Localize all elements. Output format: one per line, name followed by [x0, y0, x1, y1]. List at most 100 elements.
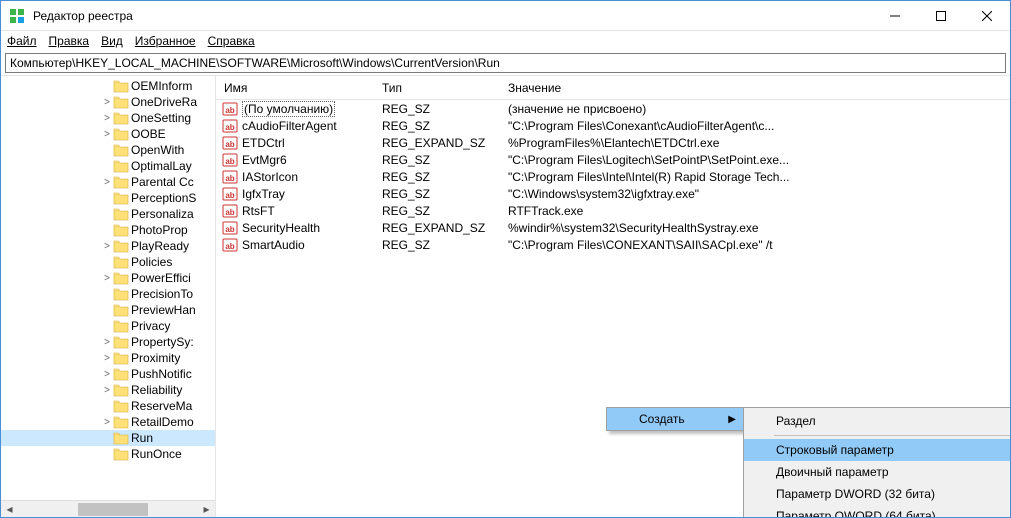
tree-item[interactable]: Personaliza — [1, 206, 215, 222]
folder-icon — [113, 79, 129, 93]
expander-icon[interactable]: ˃ — [101, 337, 113, 348]
list-row[interactable]: (По умолчанию)REG_SZ(значение не присвое… — [216, 100, 1010, 117]
tree-item-label: PowerEffici — [131, 271, 191, 285]
tree-item[interactable]: OptimalLay — [1, 158, 215, 174]
tree-item[interactable]: RunOnce — [1, 446, 215, 462]
list-row[interactable]: SecurityHealthREG_EXPAND_SZ%windir%\syst… — [216, 219, 1010, 236]
value-name: ETDCtrl — [242, 136, 285, 150]
ctx-create-label: Создать — [639, 412, 685, 426]
expander-icon[interactable]: ˃ — [101, 273, 113, 284]
tree-item[interactable]: ˃PlayReady — [1, 238, 215, 254]
col-header-type[interactable]: Тип — [376, 81, 502, 95]
expander-icon[interactable]: ˃ — [101, 385, 113, 396]
expander-icon[interactable]: ˃ — [101, 369, 113, 380]
cell-value: (значение не присвоено) — [502, 102, 1010, 116]
cell-value: "C:\Program Files\Logitech\SetPointP\Set… — [502, 153, 1010, 167]
tree-item[interactable]: Privacy — [1, 318, 215, 334]
main-area: OEMInform˃OneDriveRa˃OneSetting˃OOBEOpen… — [1, 75, 1010, 517]
expander-icon[interactable]: ˃ — [101, 129, 113, 140]
tree-scroll[interactable]: OEMInform˃OneDriveRa˃OneSetting˃OOBEOpen… — [1, 76, 215, 500]
expander-icon[interactable]: ˃ — [101, 241, 113, 252]
tree-item-label: Parental Cc — [131, 175, 194, 189]
folder-icon — [113, 175, 129, 189]
cell-name: RtsFT — [216, 203, 376, 219]
list-row[interactable]: RtsFTREG_SZRTFTrack.exe — [216, 202, 1010, 219]
list-pane: Имя Тип Значение (По умолчанию)REG_SZ(зн… — [216, 76, 1010, 517]
expander-icon[interactable]: ˃ — [101, 177, 113, 188]
tree-item[interactable]: Policies — [1, 254, 215, 270]
tree-item[interactable]: ReserveMa — [1, 398, 215, 414]
cell-type: REG_SZ — [376, 238, 502, 252]
list-row[interactable]: cAudioFilterAgentREG_SZ"C:\Program Files… — [216, 117, 1010, 134]
folder-icon — [113, 191, 129, 205]
list-row[interactable]: EvtMgr6REG_SZ"C:\Program Files\Logitech\… — [216, 151, 1010, 168]
list-row[interactable]: SmartAudioREG_SZ"C:\Program Files\CONEXA… — [216, 236, 1010, 253]
col-header-value[interactable]: Значение — [502, 81, 1010, 95]
ctx-new-qword[interactable]: Параметр QWORD (64 бита) — [744, 505, 1011, 518]
ctx-create[interactable]: Создать ▶ — [607, 408, 744, 430]
context-submenu-new: Раздел Строковый параметр Двоичный парам… — [743, 407, 1011, 518]
folder-icon — [113, 351, 129, 365]
scroll-track[interactable] — [18, 501, 198, 518]
tree-item[interactable]: ˃OneDriveRa — [1, 94, 215, 110]
tree-item[interactable]: OpenWith — [1, 142, 215, 158]
menu-favorites[interactable]: Избранное — [135, 34, 196, 48]
ctx-new-key[interactable]: Раздел — [744, 410, 1011, 432]
value-name: RtsFT — [242, 204, 275, 218]
tree-item[interactable]: ˃ Parental Cc — [1, 174, 215, 190]
menu-file[interactable]: Файл — [7, 34, 37, 48]
menu-help[interactable]: Справка — [208, 34, 255, 48]
tree-item[interactable]: ˃OOBE — [1, 126, 215, 142]
tree-item[interactable]: PrecisionTo — [1, 286, 215, 302]
tree-item[interactable]: ˃OneSetting — [1, 110, 215, 126]
tree-item[interactable]: PhotoProp — [1, 222, 215, 238]
expander-icon[interactable]: ˃ — [101, 113, 113, 124]
scroll-right-icon[interactable]: ▸ — [198, 501, 215, 518]
col-header-name[interactable]: Имя — [216, 81, 376, 95]
tree-item[interactable]: PerceptionS — [1, 190, 215, 206]
expander-icon[interactable]: ˃ — [101, 417, 113, 428]
ctx-new-string[interactable]: Строковый параметр — [744, 439, 1011, 461]
window-controls — [872, 1, 1010, 30]
tree-item[interactable]: ˃Reliability — [1, 382, 215, 398]
tree-item[interactable]: ˃RetailDemo — [1, 414, 215, 430]
expander-icon[interactable]: ˃ — [101, 353, 113, 364]
tree-item[interactable]: ˃PushNotific — [1, 366, 215, 382]
ctx-new-binary[interactable]: Двоичный параметр — [744, 461, 1011, 483]
folder-icon — [113, 95, 129, 109]
value-name: SecurityHealth — [242, 221, 320, 235]
maximize-button[interactable] — [918, 1, 964, 30]
list-row[interactable]: IgfxTrayREG_SZ"C:\Windows\system32\igfxt… — [216, 185, 1010, 202]
expander-icon[interactable]: ˃ — [101, 97, 113, 108]
tree-item[interactable]: ˃ PowerEffici — [1, 270, 215, 286]
tree-item-label: PropertySy: — [131, 335, 194, 349]
ctx-new-dword[interactable]: Параметр DWORD (32 бита) — [744, 483, 1011, 505]
scroll-left-icon[interactable]: ◂ — [1, 501, 18, 518]
folder-icon — [113, 223, 129, 237]
list-header: Имя Тип Значение — [216, 76, 1010, 100]
tree-item[interactable]: ˃Proximity — [1, 350, 215, 366]
close-button[interactable] — [964, 1, 1010, 30]
value-name: SmartAudio — [242, 238, 305, 252]
reg-string-icon — [222, 152, 238, 168]
tree-item[interactable]: ˃ PropertySy: — [1, 334, 215, 350]
tree-item-label: Run — [131, 431, 153, 445]
tree-item[interactable]: Run — [1, 430, 215, 446]
address-bar[interactable]: Компьютер\HKEY_LOCAL_MACHINE\SOFTWARE\Mi… — [5, 53, 1006, 73]
value-name: EvtMgr6 — [242, 153, 287, 167]
list-row[interactable]: ETDCtrlREG_EXPAND_SZ%ProgramFiles%\Elant… — [216, 134, 1010, 151]
tree-item[interactable]: PreviewHan — [1, 302, 215, 318]
menu-view[interactable]: Вид — [101, 34, 123, 48]
list-row[interactable]: IAStorIconREG_SZ"C:\Program Files\Intel\… — [216, 168, 1010, 185]
minimize-button[interactable] — [872, 1, 918, 30]
titlebar: Редактор реестра — [1, 1, 1010, 31]
tree-item[interactable]: OEMInform — [1, 78, 215, 94]
scroll-thumb[interactable] — [78, 503, 148, 516]
folder-icon — [113, 303, 129, 317]
tree-hscrollbar[interactable]: ◂ ▸ — [1, 500, 215, 517]
folder-icon — [113, 335, 129, 349]
cell-value: "C:\Program Files\Conexant\cAudioFilterA… — [502, 119, 1010, 133]
cell-name: (По умолчанию) — [216, 101, 376, 117]
reg-string-icon — [222, 169, 238, 185]
menu-edit[interactable]: Правка — [49, 34, 90, 48]
